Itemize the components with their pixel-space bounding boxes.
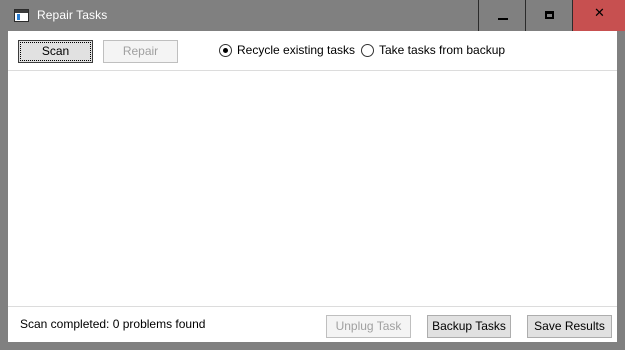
- client-area: Scan Repair Recycle existing tasks Take …: [8, 31, 617, 342]
- maximize-icon: [545, 11, 554, 19]
- minimize-button[interactable]: [478, 0, 525, 31]
- status-bar: Scan completed: 0 problems found Unplug …: [8, 306, 617, 342]
- minimize-icon: [498, 18, 508, 20]
- title-bar[interactable]: Repair Tasks ✕: [0, 0, 625, 31]
- repair-tasks-window: Repair Tasks ✕ Scan Repair Recycle exist…: [0, 0, 625, 350]
- window-title: Repair Tasks: [37, 8, 108, 22]
- radio-label: Recycle existing tasks: [237, 43, 356, 57]
- status-message: Scan completed: 0 problems found: [20, 317, 206, 331]
- recycle-existing-tasks-radio[interactable]: Recycle existing tasks: [219, 43, 359, 59]
- close-button[interactable]: ✕: [572, 0, 625, 31]
- radio-label: Take tasks from backup: [379, 43, 506, 57]
- unplug-task-button[interactable]: Unplug Task: [326, 315, 411, 338]
- repair-button[interactable]: Repair: [103, 40, 178, 63]
- save-results-button[interactable]: Save Results: [527, 315, 612, 338]
- radio-selected-icon: [219, 44, 232, 57]
- radio-unselected-icon: [361, 44, 374, 57]
- toolbar: Scan Repair Recycle existing tasks Take …: [8, 31, 617, 71]
- results-list[interactable]: [8, 71, 617, 306]
- maximize-button[interactable]: [525, 0, 572, 31]
- take-tasks-from-backup-radio[interactable]: Take tasks from backup: [361, 43, 511, 59]
- backup-tasks-button[interactable]: Backup Tasks: [427, 315, 511, 338]
- scan-button[interactable]: Scan: [18, 40, 93, 63]
- close-icon: ✕: [594, 6, 605, 21]
- app-icon: [14, 9, 29, 22]
